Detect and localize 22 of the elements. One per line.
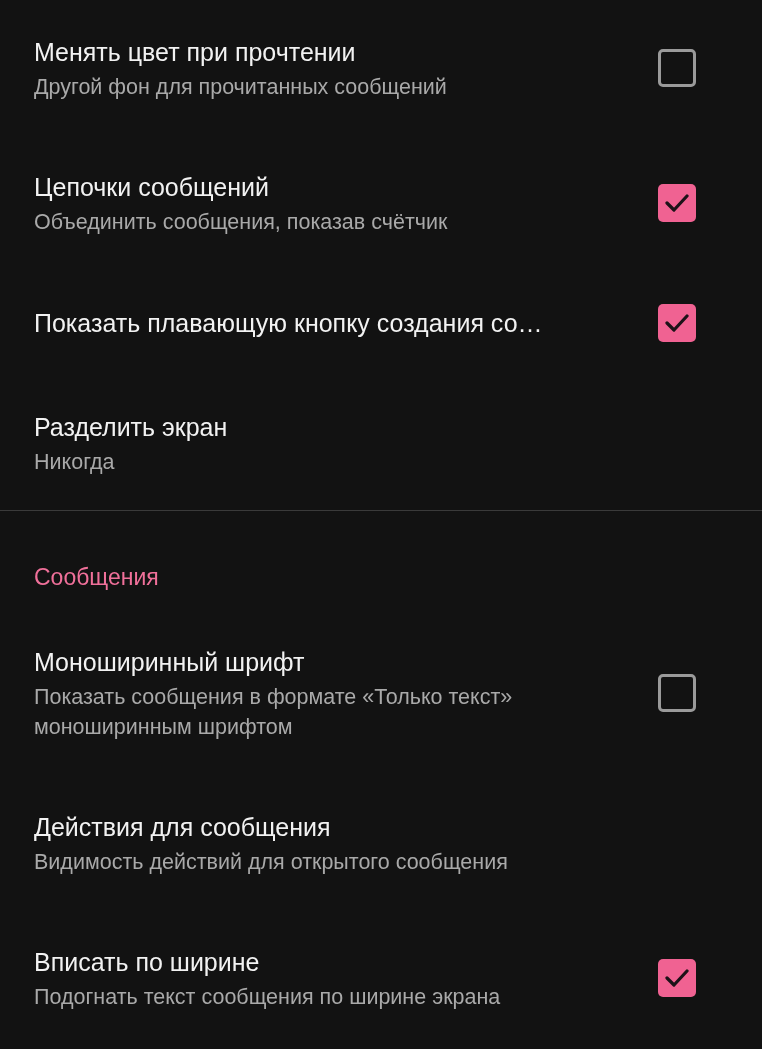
setting-title: Действия для сообщения (34, 812, 332, 843)
checkbox[interactable] (658, 674, 696, 712)
checkbox[interactable] (658, 304, 696, 342)
setting-title: Менять цвет при прочтении (34, 37, 357, 68)
check-icon (665, 194, 689, 212)
checkbox[interactable] (658, 959, 696, 997)
checkbox[interactable] (658, 184, 696, 222)
section-header: Сообщения (34, 564, 159, 590)
setting-summary: Видимость действий для открытого сообщения (34, 849, 509, 876)
setting-title: Вписать по ширине (34, 947, 261, 978)
setting-summary: Показать сообщения в формате «Только текст» моноширинным шрифтом (34, 684, 514, 741)
setting-title: Моноширинный шрифт (34, 647, 306, 678)
check-icon (665, 969, 689, 987)
setting-summary: Другой фон для прочитанных сообщений (34, 74, 448, 101)
setting-summary: Объединить сообщения, показав счётчик (34, 209, 449, 236)
setting-summary: Никогда (34, 449, 116, 476)
setting-title: Разделить экран (34, 412, 229, 443)
checkbox[interactable] (658, 49, 696, 87)
check-icon (665, 314, 689, 332)
setting-title: Показать плавающую кнопку создания со… (34, 308, 544, 339)
setting-title: Цепочки сообщений (34, 172, 270, 203)
setting-summary: Подогнать текст сообщения по ширине экрана (34, 984, 502, 1011)
